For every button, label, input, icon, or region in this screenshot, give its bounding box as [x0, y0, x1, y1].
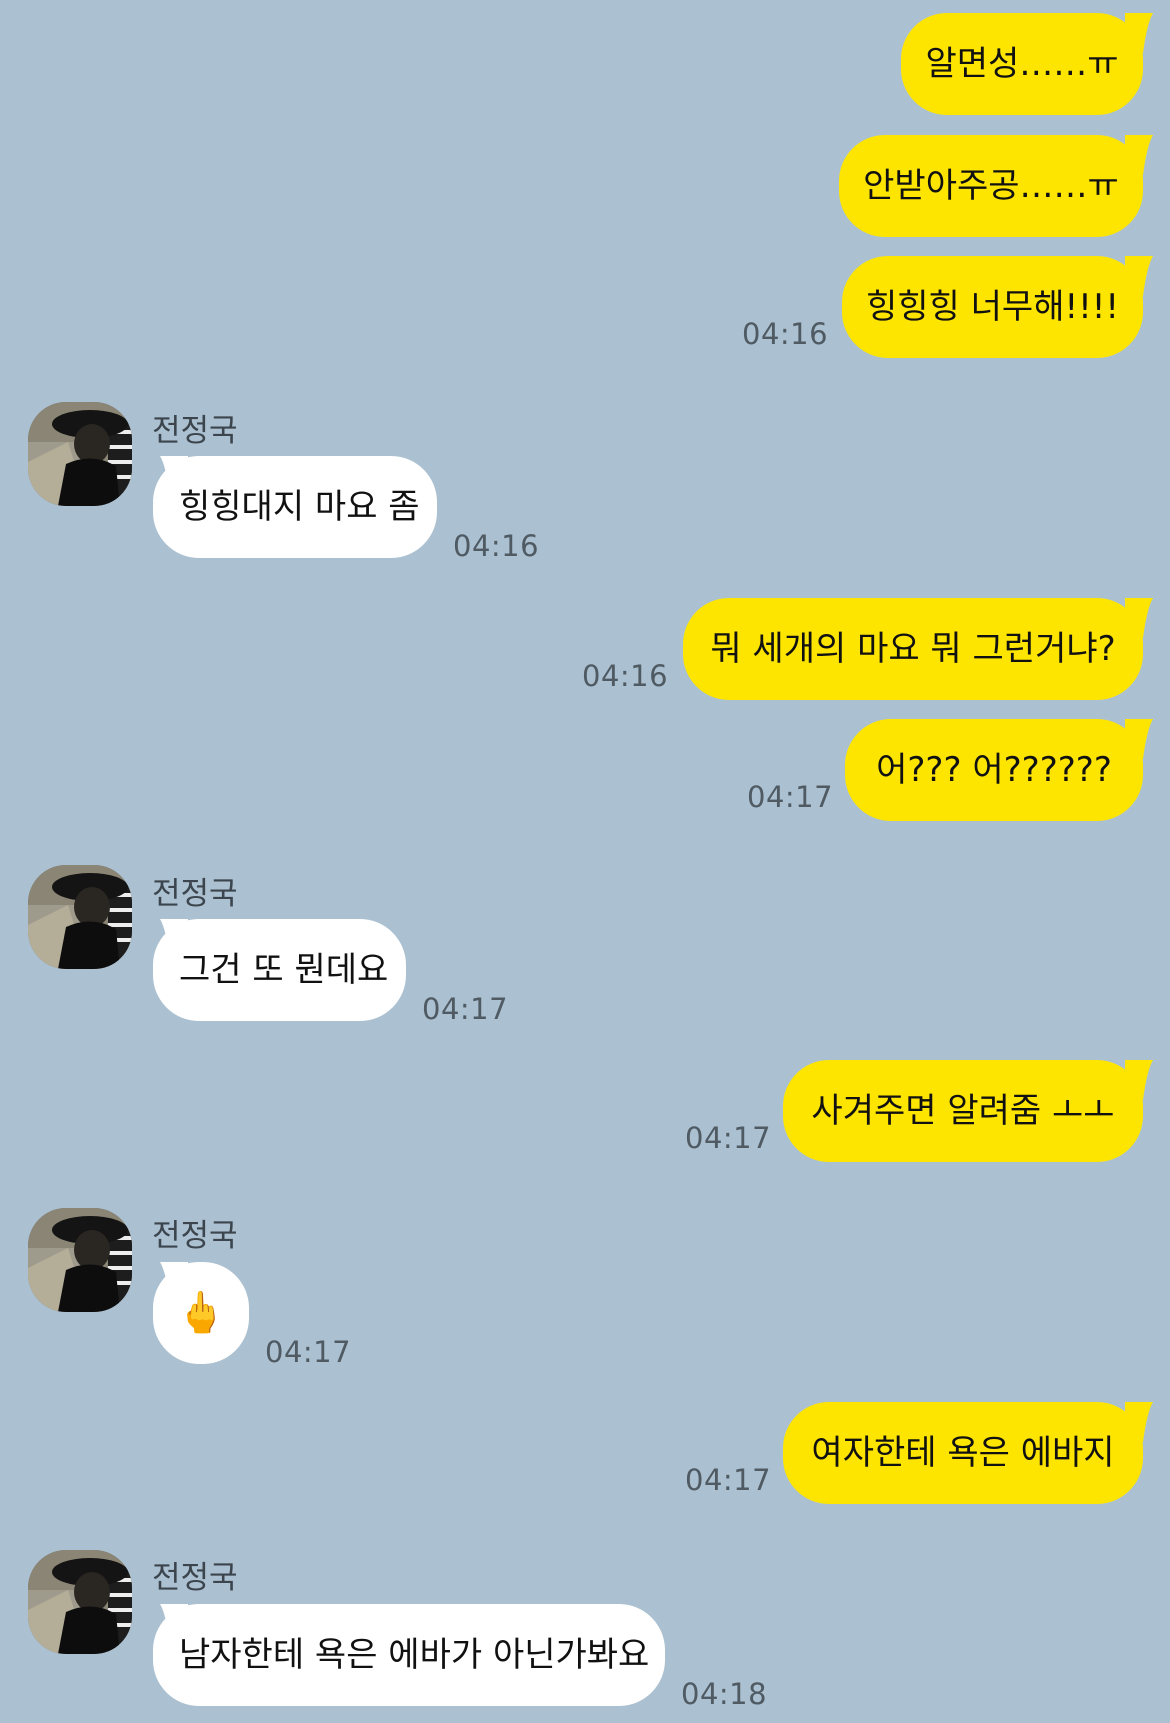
- bubble-tail-icon: [1125, 598, 1153, 638]
- message-text: 뭐 세개의 마요 뭐 그런거냐?: [710, 629, 1116, 669]
- my-message-bubble[interactable]: 어??? 어??????: [845, 719, 1143, 821]
- my-message-bubble[interactable]: 뭐 세개의 마요 뭐 그런거냐?: [683, 598, 1143, 700]
- message-time: 04:17: [747, 780, 834, 814]
- bubble-tail-icon: [1125, 13, 1153, 53]
- message-time: 04:17: [685, 1121, 772, 1155]
- my-message-bubble[interactable]: 사겨주면 알려줌 ㅗㅗ: [783, 1060, 1143, 1162]
- sender-name: 전정국: [152, 1560, 238, 1596]
- contact-message-bubble[interactable]: 🖕: [153, 1262, 249, 1364]
- my-message-bubble[interactable]: 안받아주공……ㅠ: [839, 135, 1143, 237]
- contact-avatar[interactable]: [28, 1550, 132, 1654]
- message-text: 그건 또 뭔데요: [179, 950, 389, 990]
- contact-message-bubble[interactable]: 힝힝대지 마요 좀: [153, 456, 437, 558]
- sender-name: 전정국: [152, 413, 238, 449]
- profile-photo-icon: [28, 402, 132, 506]
- profile-photo-icon: [28, 1208, 132, 1312]
- message-time: 04:17: [685, 1463, 772, 1497]
- message-text: 사겨주면 알려줌 ㅗㅗ: [811, 1091, 1115, 1131]
- message-text: 남자한테 욕은 에바가 아닌가봐요: [179, 1635, 650, 1675]
- my-message-bubble[interactable]: 여자한테 욕은 에바지: [783, 1402, 1143, 1504]
- bubble-tail-icon: [1125, 1060, 1153, 1100]
- middle-finger-emoji-icon: 🖕: [176, 1290, 226, 1336]
- message-time: 04:16: [453, 529, 540, 563]
- contact-avatar[interactable]: [28, 402, 132, 506]
- message-time: 04:17: [265, 1335, 352, 1369]
- contact-message-bubble[interactable]: 그건 또 뭔데요: [153, 919, 406, 1021]
- contact-message-bubble[interactable]: 남자한테 욕은 에바가 아닌가봐요: [153, 1604, 665, 1706]
- message-text: 여자한테 욕은 에바지: [811, 1433, 1115, 1473]
- message-time: 04:16: [582, 659, 669, 693]
- message-text: 알면성……ㅠ: [925, 44, 1119, 84]
- message-text: 힝힝힝 너무해!!!!: [866, 287, 1120, 327]
- sender-name: 전정국: [152, 876, 238, 912]
- message-time: 04:17: [422, 992, 509, 1026]
- chat-room: 알면성……ㅠ 안받아주공……ㅠ 힝힝힝 너무해!!!! 04:16 전정국 힝힝…: [0, 0, 1170, 1723]
- message-time: 04:16: [742, 317, 829, 351]
- bubble-tail-icon: [1125, 135, 1153, 175]
- contact-avatar[interactable]: [28, 1208, 132, 1312]
- message-text: 어??? 어??????: [876, 750, 1112, 790]
- bubble-tail-icon: [1125, 1402, 1153, 1442]
- bubble-tail-icon: [1125, 256, 1153, 296]
- contact-avatar[interactable]: [28, 865, 132, 969]
- my-message-bubble[interactable]: 알면성……ㅠ: [901, 13, 1143, 115]
- my-message-bubble[interactable]: 힝힝힝 너무해!!!!: [842, 256, 1143, 358]
- profile-photo-icon: [28, 1550, 132, 1654]
- bubble-tail-icon: [1125, 719, 1153, 759]
- profile-photo-icon: [28, 865, 132, 969]
- sender-name: 전정국: [152, 1218, 238, 1254]
- message-time: 04:18: [681, 1677, 768, 1711]
- message-text: 안받아주공……ㅠ: [863, 166, 1119, 206]
- message-text: 힝힝대지 마요 좀: [179, 487, 420, 527]
